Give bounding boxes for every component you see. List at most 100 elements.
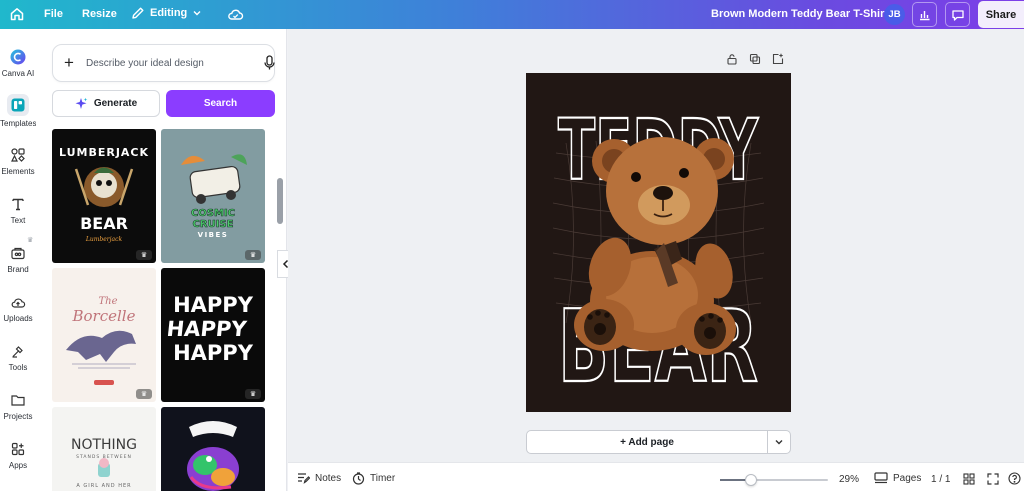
timer-icon [352,472,365,485]
rail-item-label: Brand [7,265,29,274]
template-text: LUMBERJACK [59,146,149,159]
chevron-down-icon [193,11,201,16]
cloud-sync-icon[interactable] [227,6,244,23]
apps-icon [9,440,27,458]
plus-icon[interactable]: + [64,54,74,72]
premium-crown-icon: ♛ [136,389,152,399]
templates-icon [7,94,29,116]
template-text: HAPPY [165,316,248,341]
projects-icon [9,391,27,409]
template-text: HAPPY [173,341,254,365]
rail-item-label: Elements [1,167,35,176]
design-artwork: TEDDY BEAR [552,100,765,406]
page-tools [725,52,784,65]
editing-label: Editing [150,7,188,19]
bar-chart-icon [920,11,930,21]
template-thumbnail: HAPPY HAPPY HAPPY [165,293,254,365]
file-menu[interactable]: File [44,8,63,20]
top-bar: File Resize Editing Brown Modern Teddy B… [0,0,1024,29]
rail-item-label: Canva AI [1,69,35,78]
template-card-lumberjack[interactable]: LUMBERJACK BEAR Lumberjack ♛ [52,129,156,263]
template-card-borcelle[interactable]: The Borcelle ♛ [52,268,156,402]
template-card-nothing[interactable]: NOTHING STANDS BETWEEN A GIRL AND HER [52,407,156,491]
teddy-bear-illustration [574,137,736,355]
rail-item-label: Apps [8,461,28,470]
rail-item-uploads[interactable]: Uploads [0,293,36,323]
design-page[interactable]: TEDDY BEAR [526,73,791,412]
search-button[interactable]: Search [166,90,275,117]
uploads-icon [9,293,27,311]
rail-item-elements[interactable]: Elements [0,146,36,176]
pencil-icon [132,7,144,19]
template-thumbnail: COSMIC CRUISE VIBES [181,154,247,239]
premium-crown-icon: ♛ [245,389,261,399]
template-text: NOTHING [71,437,137,453]
pages-button[interactable]: Pages [874,472,921,484]
design-prompt-input[interactable]: + Describe your ideal design [52,44,275,82]
add-page-options-button[interactable] [768,430,791,454]
zoom-level[interactable]: 29% [839,474,859,485]
rail-item-templates[interactable]: Templates [0,94,36,128]
template-text: CRUISE [193,219,234,230]
page-count: 1 / 1 [931,474,951,485]
share-button[interactable]: Share [978,1,1024,28]
lock-icon[interactable] [725,52,738,65]
template-grid: LUMBERJACK BEAR Lumberjack ♛ COSMIC CRUI… [52,129,280,491]
grid-view-icon[interactable] [962,472,975,485]
template-text: VIBES [198,231,229,239]
rail-item-label: Templates [0,119,37,128]
template-card-happy[interactable]: HAPPY HAPPY HAPPY ♛ [161,268,265,402]
generate-button[interactable]: Generate [52,90,160,117]
rail-item-projects[interactable]: Projects [0,391,36,421]
templates-panel: + Describe your ideal design Generate Se… [36,29,287,491]
fullscreen-icon[interactable] [986,472,999,485]
add-page-icon[interactable] [771,52,784,65]
left-rail: Canva AI Templates Elements Text Brand ♛… [0,29,36,491]
rail-item-text[interactable]: Text [0,195,36,225]
panel-scrollbar[interactable] [277,178,283,224]
prompt-placeholder: Describe your ideal design [86,58,204,69]
editing-mode-dropdown[interactable]: Editing [131,6,202,20]
template-card-graffiti[interactable] [161,407,265,491]
comment-icon [951,9,964,21]
zoom-slider[interactable] [720,474,828,486]
template-thumbnail: LUMBERJACK BEAR Lumberjack [59,146,149,243]
add-page-button[interactable]: + Add page [526,430,768,454]
help-icon[interactable] [1008,472,1021,485]
insights-button[interactable] [912,2,937,27]
template-thumbnail [187,421,239,491]
notes-button[interactable]: Notes [297,472,341,484]
template-text: COSMIC [191,208,235,219]
microphone-icon[interactable] [264,55,275,76]
rail-item-label: Uploads [3,314,33,323]
tools-icon [9,342,27,360]
timer-button[interactable]: Timer [352,472,395,485]
resize-menu[interactable]: Resize [82,8,117,20]
duplicate-page-icon[interactable] [748,52,761,65]
comments-button[interactable] [945,2,970,27]
template-thumbnail: The Borcelle [66,296,136,385]
home-icon[interactable] [9,6,25,22]
premium-crown-icon: ♛ [136,250,152,260]
rail-item-label: Text [10,216,26,225]
zoom-slider-handle[interactable] [745,474,757,486]
template-text: HAPPY [173,293,254,317]
pages-label: Pages [893,472,922,484]
generate-label: Generate [93,98,138,109]
notes-label: Notes [315,472,342,484]
avatar[interactable]: JB [884,4,905,25]
sparkle-icon [75,97,88,109]
rail-item-canva-ai[interactable]: Canva AI [0,48,36,78]
notes-icon [298,473,310,484]
bottom-bar: Notes Timer 29% Pages 1 / 1 [288,462,1024,491]
template-card-cosmic-cruise[interactable]: COSMIC CRUISE VIBES ♛ [161,129,265,263]
template-text: A GIRL AND HER [76,483,131,489]
chevron-down-icon [775,440,783,445]
rail-item-tools[interactable]: Tools [0,342,36,372]
rail-item-label: Tools [8,363,28,372]
timer-label: Timer [370,473,396,484]
document-title[interactable]: Brown Modern Teddy Bear T-Shirt [711,8,888,20]
rail-item-brand[interactable]: Brand [0,244,36,274]
template-thumbnail: NOTHING STANDS BETWEEN A GIRL AND HER [71,437,137,489]
rail-item-apps[interactable]: Apps [0,440,36,470]
